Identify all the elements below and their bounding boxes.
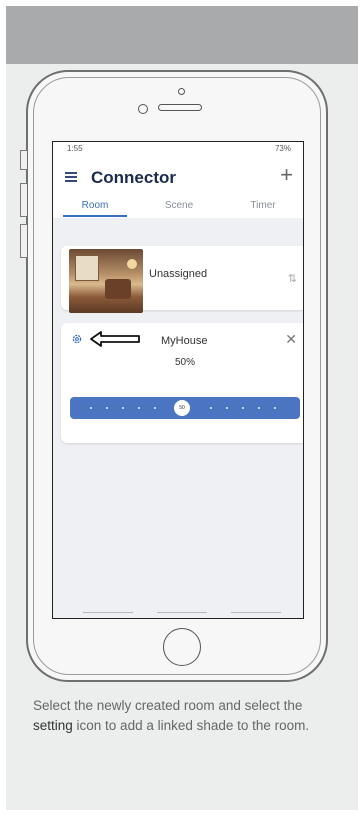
phone-camera: [138, 104, 148, 114]
caption-text: Select the newly created room and select…: [33, 698, 303, 713]
room-photo: [69, 249, 143, 313]
app-bar: Connector +: [53, 156, 303, 192]
phone-side-button: [20, 150, 27, 170]
phone-speaker: [158, 104, 202, 111]
status-time: 1:55: [67, 144, 83, 153]
phone-sensor: [178, 88, 185, 95]
caption-highlight: setting: [33, 718, 73, 733]
header-band: [6, 6, 358, 64]
app-title: Connector: [91, 168, 176, 187]
instruction-caption: Select the newly created room and select…: [33, 696, 343, 736]
status-battery: 73%: [274, 144, 291, 153]
phone-volume-up: [20, 183, 27, 217]
tab-timer[interactable]: Timer: [221, 200, 303, 211]
slider-knob[interactable]: 50: [174, 400, 190, 416]
menu-icon[interactable]: [65, 172, 77, 182]
phone-screen: 1:55 73% Connector + Room Scene Timer Un…: [52, 141, 304, 619]
tab-room[interactable]: Room: [53, 200, 137, 211]
tab-scene[interactable]: Scene: [137, 200, 221, 211]
room-name: Unassigned: [149, 268, 208, 280]
room-name: MyHouse: [161, 335, 208, 347]
tab-bar: Room Scene Timer: [53, 192, 303, 218]
tab-divider: [83, 612, 133, 613]
status-bar: 1:55 73%: [53, 142, 303, 156]
active-tab-indicator: [63, 215, 127, 217]
sort-icon[interactable]: ⇅: [288, 272, 297, 285]
tab-divider: [157, 612, 207, 613]
phone-volume-down: [20, 224, 27, 258]
shade-percent: 50%: [175, 357, 196, 368]
close-icon[interactable]: ✕: [285, 331, 297, 348]
room-card-myhouse[interactable]: MyHouse ✕ 50% 50: [61, 323, 303, 443]
tab-divider: [231, 612, 281, 613]
arrow-icon: [90, 331, 140, 347]
position-slider[interactable]: 50: [70, 397, 300, 419]
caption-text-end: icon to add a linked shade to the room.: [72, 718, 310, 733]
plus-icon[interactable]: +: [280, 164, 293, 186]
room-card-unassigned[interactable]: Unassigned ⇅: [61, 246, 303, 313]
gear-icon[interactable]: [71, 333, 83, 345]
phone-home-button[interactable]: [163, 628, 201, 666]
